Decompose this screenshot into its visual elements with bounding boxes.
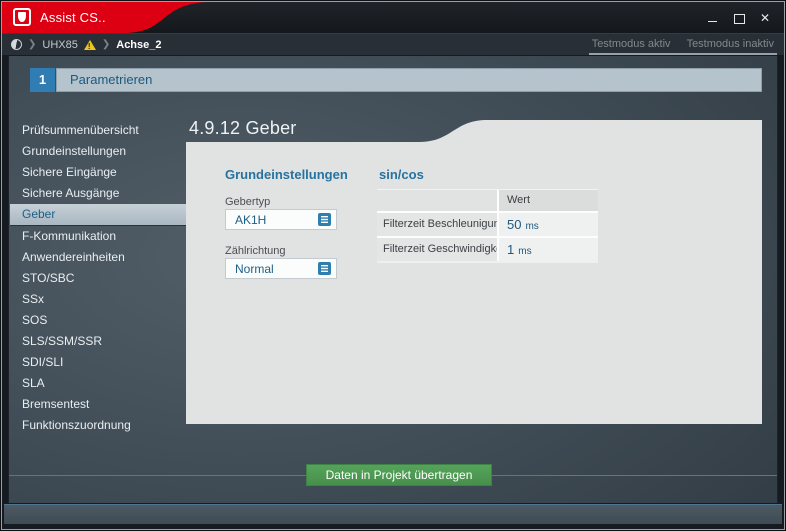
breadcrumb-device[interactable]: UHX85	[42, 39, 77, 51]
sidebar-item-sichere-ausgaenge[interactable]: Sichere Ausgänge	[10, 183, 187, 204]
red-swoosh-decoration	[2, 2, 207, 33]
list-dropdown-icon[interactable]	[318, 213, 331, 226]
chevron-right-icon: ❯	[28, 39, 37, 50]
row-label: Filterzeit Geschwindigkeit	[377, 238, 508, 261]
row-value: 1	[507, 242, 515, 257]
sidebar-item-funktionszuordnung[interactable]: Funktionszuordnung	[10, 415, 187, 436]
step-number-badge: 1	[30, 68, 55, 92]
sincos-table: Wert Filterzeit Beschleunigung 50 ms Filt…	[377, 189, 598, 263]
app-title: Assist CS..	[40, 10, 106, 25]
sidebar-item-sls-ssm-ssr[interactable]: SLS/SSM/SSR	[10, 331, 187, 352]
sidebar-item-sto-sbc[interactable]: STO/SBC	[10, 268, 187, 289]
step-parametrieren-tab[interactable]: Parametrieren	[56, 68, 762, 92]
chevron-right-icon: ❯	[101, 39, 111, 50]
minimize-icon[interactable]	[706, 11, 720, 25]
table-row: Filterzeit Beschleunigung 50 ms	[377, 211, 598, 236]
maximize-icon[interactable]	[732, 11, 746, 25]
warning-icon: !	[83, 39, 96, 51]
sidebar-item-f-kommunikation[interactable]: F-Kommunikation	[10, 226, 187, 247]
zaehlrichtung-value: Normal	[235, 261, 274, 276]
page-title: 4.9.12 Geber	[189, 118, 297, 138]
breadcrumb-bar: ❯ UHX85 ! ❯ Achse_2 Testmodus aktiv Test…	[2, 33, 784, 55]
testmode-active-button[interactable]: Testmodus aktiv	[592, 34, 671, 53]
header-empty-cell	[377, 190, 497, 211]
list-dropdown-icon[interactable]	[318, 262, 331, 275]
sidebar-item-pruefsummenuebersicht[interactable]: Prüfsummenübersicht	[10, 120, 187, 141]
filterzeit-beschleunigung-input[interactable]: 50 ms	[497, 213, 598, 236]
main-area: 1 Parametrieren Prüfsummenübersicht Grun…	[8, 56, 778, 503]
device-icon[interactable]	[11, 39, 22, 50]
row-unit: ms	[525, 221, 539, 232]
content-panel	[186, 142, 762, 424]
header-wert: Wert	[497, 190, 598, 211]
table-header-row: Wert	[377, 190, 598, 211]
sidebar-item-ssx[interactable]: SSx	[10, 289, 187, 310]
gebertyp-dropdown[interactable]: AK1H	[225, 209, 337, 230]
sidebar-item-sos[interactable]: SOS	[10, 310, 187, 331]
title-bar: Assist CS.. ✕	[2, 2, 784, 33]
section-sincos-title: sin/cos	[379, 167, 424, 182]
table-row: Filterzeit Geschwindigkeit 1 ms	[377, 236, 598, 261]
breadcrumb: ❯ UHX85 ! ❯ Achse_2	[11, 34, 162, 55]
app-logo-icon	[13, 8, 31, 26]
section-grundeinstellungen-title: Grundeinstellungen	[225, 167, 348, 182]
filterzeit-geschwindigkeit-input[interactable]: 1 ms	[497, 238, 598, 261]
zaehlrichtung-dropdown[interactable]: Normal	[225, 258, 337, 279]
testmode-switch: Testmodus aktiv Testmodus inaktiv	[588, 34, 777, 55]
status-bar	[4, 504, 782, 524]
sidebar-item-anwendereinheiten[interactable]: Anwendereinheiten	[10, 247, 187, 268]
gebertyp-label: Gebertyp	[225, 196, 271, 208]
sidebar-item-grundeinstellungen[interactable]: Grundeinstellungen	[10, 141, 187, 162]
zaehlrichtung-label: Zählrichtung	[225, 245, 286, 257]
gebertyp-value: AK1H	[235, 212, 267, 227]
sidebar-item-sla[interactable]: SLA	[10, 373, 187, 394]
window-controls: ✕	[706, 2, 772, 33]
row-label: Filterzeit Beschleunigung	[377, 213, 506, 236]
row-unit: ms	[518, 246, 532, 257]
sidebar-item-bremsentest[interactable]: Bremsentest	[10, 394, 187, 415]
sidebar-item-sdi-sli[interactable]: SDI/SLI	[10, 352, 187, 373]
breadcrumb-axis[interactable]: Achse_2	[116, 39, 161, 51]
sidebar-item-sichere-eingaenge[interactable]: Sichere Eingänge	[10, 162, 187, 183]
sidebar-item-geber[interactable]: Geber	[10, 204, 187, 226]
sidebar-nav: Prüfsummenübersicht Grundeinstellungen S…	[10, 120, 187, 436]
close-icon[interactable]: ✕	[758, 11, 772, 25]
transfer-to-project-button[interactable]: Daten in Projekt übertragen	[306, 464, 492, 486]
row-value: 50	[507, 217, 522, 232]
app-window: Assist CS.. ✕ ❯ UHX85 ! ❯ Achse_2 Testmo…	[1, 1, 785, 530]
testmode-inactive-button[interactable]: Testmodus inaktiv	[687, 34, 774, 53]
step-bar: 1 Parametrieren	[30, 68, 762, 92]
